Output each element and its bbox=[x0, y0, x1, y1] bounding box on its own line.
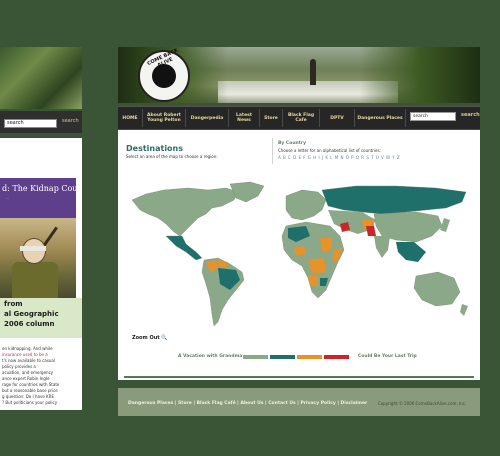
nav-store[interactable]: Store bbox=[260, 109, 283, 127]
left-search-button[interactable]: search bbox=[62, 118, 79, 124]
kidnap-course-banner[interactable]: d: The Kidnap Course ... bbox=[0, 178, 76, 218]
map-region-angola[interactable] bbox=[308, 276, 318, 286]
article-body-line: g question: Do I have KRE bbox=[2, 394, 54, 399]
nat-geo-line: from bbox=[4, 300, 23, 308]
footer: Dangerous Places | Store | Black Flag Ca… bbox=[118, 388, 480, 416]
nav-dangerpedia[interactable]: Dangerpedia bbox=[186, 109, 229, 127]
map-region-mexico[interactable] bbox=[165, 235, 203, 261]
kidnap-course-subtitle: ... bbox=[6, 196, 9, 200]
map-region-greenland[interactable] bbox=[229, 181, 265, 203]
destinations-panel: Destinations Select an area of the map t… bbox=[118, 130, 480, 380]
come-back-alive-logo[interactable]: COME BACK ALIVE bbox=[138, 48, 190, 102]
map-region-north-america[interactable] bbox=[131, 187, 239, 237]
left-search-input[interactable]: search bbox=[4, 119, 57, 128]
header-divider bbox=[272, 138, 273, 164]
map-region-europe[interactable] bbox=[285, 189, 327, 221]
by-country-heading: By Country bbox=[278, 141, 307, 146]
page-title: Destinations bbox=[126, 144, 184, 153]
map-region-new-zealand[interactable] bbox=[460, 304, 468, 316]
search-input[interactable]: search bbox=[410, 112, 456, 121]
nat-geo-column-box: from al Geographic 2006 column bbox=[0, 298, 82, 338]
page-subtitle: Select an area of the map to choose a re… bbox=[126, 154, 218, 159]
header-jungle-image: COME BACK ALIVE bbox=[118, 47, 480, 103]
legend-swatch-safe bbox=[243, 355, 268, 359]
left-header-image bbox=[0, 47, 82, 109]
nav-black-flag-cafe[interactable]: Black Flag Cafe bbox=[283, 109, 320, 127]
article-body-line: but a reasonable base price bbox=[2, 388, 58, 393]
choose-letter-text: Choose a letter for an alphabetical list… bbox=[278, 148, 381, 153]
legend-deadly-label: Could Be Your Last Trip bbox=[358, 354, 417, 359]
nav-dptv[interactable]: DPTV bbox=[320, 109, 355, 127]
zoom-out-label: Zoom Out bbox=[132, 335, 160, 341]
legend-swatch-dangerous bbox=[297, 355, 322, 359]
search-button[interactable]: search bbox=[461, 112, 480, 118]
header-explorer-figure bbox=[310, 59, 316, 85]
article-body-line: en kidnapping. And while bbox=[2, 346, 53, 351]
map-region-pakistan[interactable] bbox=[366, 226, 376, 236]
legend-swatch-moderate bbox=[270, 355, 295, 359]
illustration-vest bbox=[12, 262, 58, 298]
nat-geo-line: 2006 column bbox=[4, 320, 55, 328]
footer-links[interactable]: Dangerous Places | Store | Black Flag Ca… bbox=[128, 401, 367, 406]
world-danger-map[interactable] bbox=[126, 180, 472, 330]
article-body-line: t's now available to casual bbox=[2, 358, 55, 363]
header-trees-right bbox=[360, 47, 480, 103]
article-body-line: acuation, and emergency bbox=[2, 370, 54, 375]
article-body-line: ? But politicians your policy bbox=[2, 400, 58, 405]
alphabet-index[interactable]: A B C D E F G H I J K L M N O P Q R S T … bbox=[278, 155, 400, 160]
nat-geo-line: al Geographic bbox=[4, 310, 59, 318]
magnifier-icon: 🔍 bbox=[161, 335, 168, 341]
article-body-link[interactable]: insurance used to be a bbox=[2, 352, 48, 357]
kidnap-course-title: d: The Kidnap Course bbox=[2, 184, 76, 193]
map-region-australia[interactable] bbox=[413, 271, 461, 307]
kidnap-illustration bbox=[0, 218, 76, 298]
legend-safe-label: A Vacation with Grandma bbox=[178, 354, 243, 359]
zoom-out-button[interactable]: Zoom Out 🔍 bbox=[132, 335, 168, 341]
nav-latest-news[interactable]: Latest News bbox=[229, 109, 260, 127]
left-article-panel: d: The Kidnap Course ... from al Geograp… bbox=[0, 138, 82, 410]
article-body-line: rage for countries with State bbox=[2, 382, 60, 387]
content-bottom-rule bbox=[124, 376, 474, 378]
nav-about-robert[interactable]: About Robert Young Pelton bbox=[143, 109, 186, 127]
article-body-line: ance expert Robin Ingle bbox=[2, 376, 50, 381]
map-region-south-america[interactable] bbox=[201, 257, 245, 327]
nav-home[interactable]: HOME bbox=[118, 109, 143, 127]
copyright-text: Copyright © 2006 ComeBackAlive.com, Inc. bbox=[378, 401, 467, 406]
map-region-india[interactable] bbox=[374, 236, 390, 258]
article-body-line: policy provides a bbox=[2, 364, 36, 369]
map-region-sudan[interactable] bbox=[320, 238, 332, 252]
illustration-head bbox=[22, 238, 46, 264]
map-region-southeast-asia[interactable] bbox=[396, 242, 426, 262]
map-region-russia[interactable] bbox=[321, 185, 467, 215]
illustration-headband bbox=[20, 246, 46, 251]
left-panel-top bbox=[0, 138, 82, 178]
legend-swatch-deadly bbox=[324, 355, 349, 359]
nav-dangerous-places[interactable]: Dangerous Places bbox=[355, 109, 406, 127]
